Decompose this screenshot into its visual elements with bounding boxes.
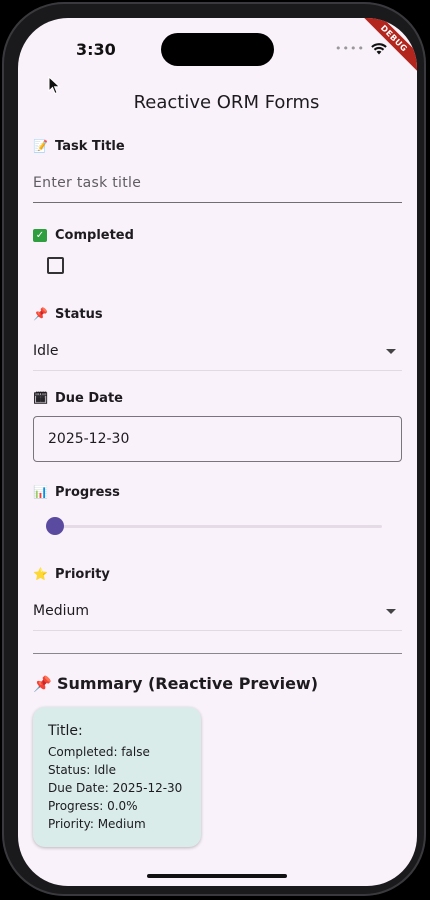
task-title-placeholder: Enter task title xyxy=(33,175,142,191)
status-section: 📌 Status Idle xyxy=(33,304,402,371)
divider xyxy=(33,653,402,654)
signal-icon: •••• xyxy=(335,42,365,55)
task-title-section: 📝 Task Title Enter task title xyxy=(33,136,402,203)
completed-checkbox[interactable] xyxy=(47,257,64,274)
due-date-section: 🗓 Due Date 2025-12-30 xyxy=(33,388,402,462)
app-screen: 3:30 •••• DEBUG Reactive ORM Forms 📝 Tas… xyxy=(18,18,417,886)
task-title-input[interactable]: Enter task title xyxy=(33,164,402,203)
memo-icon: 📝 xyxy=(33,139,48,153)
chevron-down-icon xyxy=(386,348,396,354)
summary-priority-line: Priority: Medium xyxy=(48,817,146,831)
completed-label-text: Completed xyxy=(55,227,134,243)
priority-label-text: Priority xyxy=(55,566,110,582)
summary-due-date-line: Due Date: 2025-12-30 xyxy=(48,781,183,795)
status-time: 3:30 xyxy=(76,40,116,59)
wifi-icon xyxy=(371,42,387,54)
bar-chart-icon: 📊 xyxy=(33,485,48,499)
summary-progress-line: Progress: 0.0% xyxy=(48,799,138,813)
task-title-label: 📝 Task Title xyxy=(33,136,402,156)
completed-section: ✓ Completed xyxy=(33,225,402,274)
progress-label-text: Progress xyxy=(55,484,120,500)
summary-heading-text: Summary (Reactive Preview) xyxy=(57,674,319,693)
status-bar: 3:30 •••• DEBUG xyxy=(18,18,417,78)
pushpin-icon: 📌 xyxy=(33,307,48,321)
check-mark-icon: ✓ xyxy=(33,228,47,242)
summary-status-line: Status: Idle xyxy=(48,763,116,777)
slider-track xyxy=(53,525,382,528)
app-bar: Reactive ORM Forms xyxy=(18,84,417,124)
pushpin-icon: 📌 xyxy=(33,674,52,693)
home-indicator[interactable] xyxy=(147,874,287,878)
status-label: 📌 Status xyxy=(33,304,402,324)
status-label-text: Status xyxy=(55,306,103,322)
star-icon: ⭐ xyxy=(33,567,48,581)
priority-label: ⭐ Priority xyxy=(33,564,402,584)
progress-section: 📊 Progress xyxy=(33,482,402,538)
task-title-label-text: Task Title xyxy=(55,138,125,154)
summary-card: Title: Completed: false Status: Idle Due… xyxy=(33,707,201,847)
chevron-down-icon xyxy=(386,608,396,614)
due-date-label: 🗓 Due Date xyxy=(33,388,402,408)
calendar-icon: 🗓 xyxy=(33,391,49,405)
priority-section: ⭐ Priority Medium xyxy=(33,564,402,631)
status-icons: •••• xyxy=(335,42,387,55)
due-date-field[interactable]: 2025-12-30 xyxy=(33,416,402,462)
due-date-value: 2025-12-30 xyxy=(48,431,130,447)
summary-completed-line: Completed: false xyxy=(48,745,150,759)
page-title: Reactive ORM Forms xyxy=(133,92,320,113)
progress-label: 📊 Progress xyxy=(33,482,402,502)
priority-dropdown[interactable]: Medium xyxy=(33,592,402,631)
form-content: 📝 Task Title Enter task title ✓ Complete… xyxy=(33,136,402,847)
mouse-cursor-icon xyxy=(48,76,61,95)
status-dropdown[interactable]: Idle xyxy=(33,332,402,371)
progress-slider[interactable] xyxy=(33,514,402,538)
device-frame: 3:30 •••• DEBUG Reactive ORM Forms 📝 Tas… xyxy=(2,2,426,896)
summary-title-line: Title: xyxy=(48,723,83,739)
slider-thumb[interactable] xyxy=(46,517,64,535)
due-date-label-text: Due Date xyxy=(55,390,123,406)
summary-heading: 📌 Summary (Reactive Preview) xyxy=(33,674,402,693)
completed-label: ✓ Completed xyxy=(33,225,402,245)
priority-value: Medium xyxy=(33,603,89,619)
status-value: Idle xyxy=(33,343,59,359)
dynamic-island xyxy=(161,33,274,66)
